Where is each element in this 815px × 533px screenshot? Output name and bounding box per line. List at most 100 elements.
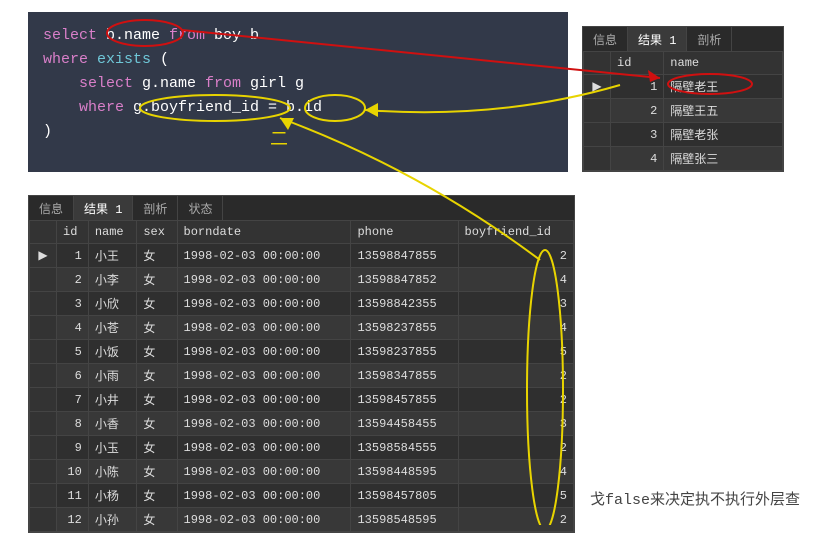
- tab-profile[interactable]: 剖析: [687, 27, 732, 51]
- cell[interactable]: 13598847852: [351, 268, 458, 292]
- col-sex[interactable]: sex: [137, 221, 177, 244]
- cell-id[interactable]: 1: [611, 75, 664, 99]
- col-boyfriendid[interactable]: boyfriend_id: [458, 221, 573, 244]
- cell[interactable]: 13598842355: [351, 292, 458, 316]
- cell[interactable]: 女: [137, 340, 177, 364]
- cell[interactable]: 小香: [88, 412, 137, 436]
- cell[interactable]: 女: [137, 388, 177, 412]
- tab-result1[interactable]: 结果 1: [74, 196, 133, 220]
- cell[interactable]: 小王: [88, 244, 137, 268]
- tab-result1[interactable]: 结果 1: [628, 27, 687, 51]
- table-row[interactable]: 4隔壁张三: [584, 147, 783, 171]
- table-row[interactable]: 6小雨女1998-02-03 00:00:00135983478552: [30, 364, 574, 388]
- cell[interactable]: 4: [458, 268, 573, 292]
- table-row[interactable]: 8小香女1998-02-03 00:00:00135944584553: [30, 412, 574, 436]
- cell[interactable]: 13598457805: [351, 484, 458, 508]
- table-row[interactable]: 3隔壁老张: [584, 123, 783, 147]
- cell[interactable]: 女: [137, 244, 177, 268]
- sql-editor[interactable]: select b.name from boy b where exists ( …: [28, 12, 568, 172]
- cell[interactable]: 4: [57, 316, 89, 340]
- cell[interactable]: 4: [458, 316, 573, 340]
- cell[interactable]: 8: [57, 412, 89, 436]
- cell[interactable]: 3: [458, 412, 573, 436]
- cell[interactable]: 小饭: [88, 340, 137, 364]
- col-name[interactable]: name: [88, 221, 137, 244]
- col-borndate[interactable]: borndate: [177, 221, 351, 244]
- cell[interactable]: 小雨: [88, 364, 137, 388]
- cell[interactable]: 1998-02-03 00:00:00: [177, 292, 351, 316]
- cell[interactable]: 女: [137, 268, 177, 292]
- cell[interactable]: 5: [57, 340, 89, 364]
- cell[interactable]: 1: [57, 244, 89, 268]
- table-row[interactable]: 4小苍女1998-02-03 00:00:00135982378554: [30, 316, 574, 340]
- table-row[interactable]: 2小李女1998-02-03 00:00:00135988478524: [30, 268, 574, 292]
- cell[interactable]: 13598457855: [351, 388, 458, 412]
- cell[interactable]: 2: [458, 436, 573, 460]
- cell[interactable]: 女: [137, 412, 177, 436]
- cell[interactable]: 9: [57, 436, 89, 460]
- cell[interactable]: 小杨: [88, 484, 137, 508]
- cell[interactable]: 小陈: [88, 460, 137, 484]
- cell[interactable]: 5: [458, 484, 573, 508]
- cell[interactable]: 小玉: [88, 436, 137, 460]
- cell[interactable]: 1998-02-03 00:00:00: [177, 412, 351, 436]
- cell[interactable]: 13598584555: [351, 436, 458, 460]
- table-row[interactable]: 3小欣女1998-02-03 00:00:00135988423553: [30, 292, 574, 316]
- cell[interactable]: 小孙: [88, 508, 137, 532]
- table-row[interactable]: ▶1隔壁老王: [584, 75, 783, 99]
- cell-name[interactable]: 隔壁王五: [664, 99, 783, 123]
- cell[interactable]: 女: [137, 460, 177, 484]
- cell[interactable]: 13598237855: [351, 316, 458, 340]
- cell-id[interactable]: 2: [611, 99, 664, 123]
- cell[interactable]: 13598448595: [351, 460, 458, 484]
- cell[interactable]: 2: [458, 244, 573, 268]
- cell[interactable]: 1998-02-03 00:00:00: [177, 316, 351, 340]
- cell[interactable]: 13598548595: [351, 508, 458, 532]
- cell[interactable]: 女: [137, 364, 177, 388]
- cell[interactable]: 1998-02-03 00:00:00: [177, 268, 351, 292]
- cell[interactable]: 女: [137, 508, 177, 532]
- cell[interactable]: 小李: [88, 268, 137, 292]
- col-id[interactable]: id: [611, 52, 664, 75]
- tab-info[interactable]: 信息: [29, 196, 74, 220]
- tab-profile[interactable]: 剖析: [133, 196, 178, 220]
- cell[interactable]: 1998-02-03 00:00:00: [177, 460, 351, 484]
- cell[interactable]: 10: [57, 460, 89, 484]
- cell[interactable]: 1998-02-03 00:00:00: [177, 436, 351, 460]
- cell[interactable]: 13598847855: [351, 244, 458, 268]
- cell[interactable]: 12: [57, 508, 89, 532]
- cell-name[interactable]: 隔壁张三: [664, 147, 783, 171]
- cell[interactable]: 3: [458, 292, 573, 316]
- cell[interactable]: 1998-02-03 00:00:00: [177, 508, 351, 532]
- cell-name[interactable]: 隔壁老张: [664, 123, 783, 147]
- cell[interactable]: 2: [57, 268, 89, 292]
- table-row[interactable]: 7小井女1998-02-03 00:00:00135984578552: [30, 388, 574, 412]
- table-row[interactable]: 2隔壁王五: [584, 99, 783, 123]
- tab-info[interactable]: 信息: [583, 27, 628, 51]
- cell[interactable]: 2: [458, 364, 573, 388]
- table-row[interactable]: 9小玉女1998-02-03 00:00:00135985845552: [30, 436, 574, 460]
- table-row[interactable]: ▶1小王女1998-02-03 00:00:00135988478552: [30, 244, 574, 268]
- cell[interactable]: 小井: [88, 388, 137, 412]
- cell[interactable]: 女: [137, 292, 177, 316]
- col-id[interactable]: id: [57, 221, 89, 244]
- cell[interactable]: 7: [57, 388, 89, 412]
- cell[interactable]: 女: [137, 316, 177, 340]
- cell-id[interactable]: 3: [611, 123, 664, 147]
- cell[interactable]: 1998-02-03 00:00:00: [177, 340, 351, 364]
- girl-table[interactable]: id name sex borndate phone boyfriend_id …: [29, 220, 574, 532]
- cell[interactable]: 13598347855: [351, 364, 458, 388]
- table-row[interactable]: 10小陈女1998-02-03 00:00:00135984485954: [30, 460, 574, 484]
- cell[interactable]: 4: [458, 460, 573, 484]
- col-name[interactable]: name: [664, 52, 783, 75]
- cell[interactable]: 13594458455: [351, 412, 458, 436]
- tab-status[interactable]: 状态: [178, 196, 223, 220]
- cell[interactable]: 2: [458, 388, 573, 412]
- cell[interactable]: 1998-02-03 00:00:00: [177, 484, 351, 508]
- cell[interactable]: 11: [57, 484, 89, 508]
- cell-id[interactable]: 4: [611, 147, 664, 171]
- cell[interactable]: 13598237855: [351, 340, 458, 364]
- cell[interactable]: 小苍: [88, 316, 137, 340]
- cell[interactable]: 3: [57, 292, 89, 316]
- cell[interactable]: 2: [458, 508, 573, 532]
